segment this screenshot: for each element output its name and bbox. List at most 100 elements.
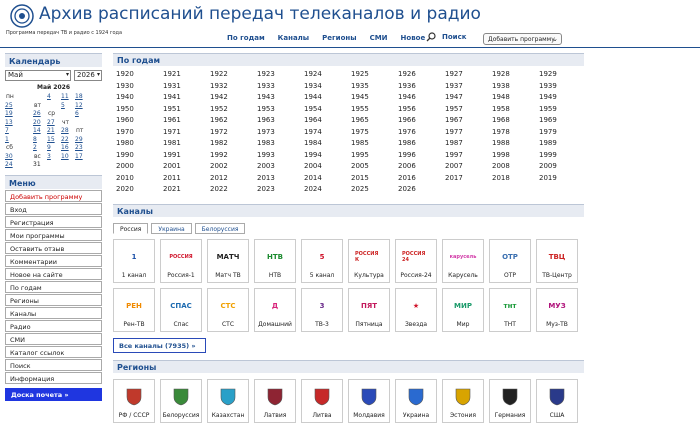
year-link[interactable]: 1926	[398, 70, 445, 81]
year-link[interactable]: 1930	[116, 82, 163, 93]
nav-media[interactable]: СМИ	[370, 34, 388, 42]
year-link[interactable]: 1992	[210, 151, 257, 162]
menu-item[interactable]: Каналы	[5, 307, 102, 319]
year-link[interactable]: 1952	[210, 105, 257, 116]
year-link[interactable]: 1959	[539, 105, 586, 116]
year-link[interactable]: 1927	[445, 70, 492, 81]
calendar-day[interactable]: 31	[33, 161, 47, 168]
year-link[interactable]: 2000	[116, 162, 163, 173]
nav-years[interactable]: По годам	[227, 34, 265, 42]
year-link[interactable]: 1981	[163, 139, 210, 150]
channel-tile[interactable]: РЕН Рен-ТВ	[113, 287, 155, 332]
region-tile[interactable]: США	[536, 378, 578, 423]
year-link[interactable]: 2001	[163, 162, 210, 173]
year-link[interactable]: 2022	[210, 185, 257, 196]
year-link[interactable]: 2006	[398, 162, 445, 173]
year-link[interactable]: 1966	[398, 116, 445, 127]
calendar-day[interactable]: 20	[33, 119, 47, 126]
channel-tile[interactable]: ПЯТ Пятница	[348, 287, 390, 332]
year-link[interactable]: 1979	[539, 128, 586, 139]
channel-tile[interactable]: МУЗ Муз-ТВ	[536, 287, 578, 332]
channel-tile[interactable]: Д Домашний	[254, 287, 296, 332]
year-link[interactable]: 2011	[163, 174, 210, 185]
nav-channels[interactable]: Каналы	[278, 34, 309, 42]
menu-item[interactable]: Информация	[5, 372, 102, 384]
channel-tile[interactable]: НТВ НТВ	[254, 238, 296, 283]
calendar-day[interactable]: 4	[47, 93, 61, 100]
year-link[interactable]: 2017	[445, 174, 492, 185]
channel-tile[interactable]: РОССИЯ К Культура	[348, 238, 390, 283]
calendar-day[interactable]: 16	[61, 144, 75, 151]
menu-item[interactable]: По годам	[5, 281, 102, 293]
year-link[interactable]: 1932	[210, 82, 257, 93]
menu-item[interactable]: Поиск	[5, 359, 102, 371]
year-link[interactable]: 1923	[257, 70, 304, 81]
year-link[interactable]: 1943	[257, 93, 304, 104]
year-link[interactable]: 1995	[351, 151, 398, 162]
menu-item[interactable]: Вход	[5, 203, 102, 215]
year-link[interactable]: 1978	[492, 128, 539, 139]
year-link[interactable]: 1980	[116, 139, 163, 150]
year-link[interactable]: 1964	[304, 116, 351, 127]
year-link[interactable]: 1920	[116, 70, 163, 81]
all-channels-button[interactable]: Все каналы (7935) »	[113, 337, 206, 353]
year-link[interactable]: 2002	[210, 162, 257, 173]
year-link[interactable]: 2020	[116, 185, 163, 196]
year-link[interactable]: 1985	[351, 139, 398, 150]
year-link[interactable]: 1990	[116, 151, 163, 162]
year-select[interactable]: 2026 ▾	[74, 70, 102, 81]
year-link[interactable]: 1922	[210, 70, 257, 81]
calendar-day[interactable]: 3	[47, 153, 61, 160]
year-link[interactable]: 1951	[163, 105, 210, 116]
channel-tile[interactable]: тнт ТНТ	[489, 287, 531, 332]
channel-tile[interactable]: МИР Мир	[442, 287, 484, 332]
region-tile[interactable]: Литва	[301, 378, 343, 423]
tab-ukraine[interactable]: Украина	[151, 222, 192, 234]
menu-item[interactable]: Добавить программу	[5, 190, 102, 202]
menu-item[interactable]: Радио	[5, 320, 102, 332]
channel-tile[interactable]: карусель Карусель	[442, 238, 484, 283]
year-link[interactable]: 1935	[351, 82, 398, 93]
year-link[interactable]: 1961	[163, 116, 210, 127]
year-link[interactable]: 2009	[539, 162, 586, 173]
region-tile[interactable]: Латвия	[254, 378, 296, 423]
year-link[interactable]: 1944	[304, 93, 351, 104]
year-link[interactable]: 1972	[210, 128, 257, 139]
year-link[interactable]: 2013	[257, 174, 304, 185]
year-link[interactable]: 2014	[304, 174, 351, 185]
year-link[interactable]: 2019	[539, 174, 586, 185]
region-tile[interactable]: Казахстан	[207, 378, 249, 423]
year-link[interactable]: 2024	[304, 185, 351, 196]
year-link[interactable]: 1986	[398, 139, 445, 150]
year-link[interactable]: 1928	[492, 70, 539, 81]
channel-tile[interactable]: СТС СТС	[207, 287, 249, 332]
year-link[interactable]: 2023	[257, 185, 304, 196]
channel-tile[interactable]: ★ Звезда	[395, 287, 437, 332]
calendar-day[interactable]: 1	[5, 136, 33, 143]
year-link[interactable]: 1957	[445, 105, 492, 116]
year-link[interactable]: 1958	[492, 105, 539, 116]
year-link[interactable]: 1950	[116, 105, 163, 116]
year-link[interactable]: 1973	[257, 128, 304, 139]
year-link[interactable]: 1948	[492, 93, 539, 104]
calendar-day[interactable]: 18	[75, 93, 89, 100]
year-link[interactable]: 1946	[398, 93, 445, 104]
year-link[interactable]: 2003	[257, 162, 304, 173]
calendar-day[interactable]: 10	[61, 153, 75, 160]
channel-tile[interactable]: ОТР ОТР	[489, 238, 531, 283]
nav-new[interactable]: Новое	[401, 34, 426, 42]
calendar-day[interactable]: 12	[75, 102, 89, 109]
year-link[interactable]: 1949	[539, 93, 586, 104]
year-link[interactable]: 1931	[163, 82, 210, 93]
year-link[interactable]: 1933	[257, 82, 304, 93]
year-link[interactable]: 1963	[257, 116, 304, 127]
year-link[interactable]: 1993	[257, 151, 304, 162]
year-link[interactable]: 1984	[304, 139, 351, 150]
menu-item[interactable]: Оставить отзыв	[5, 242, 102, 254]
add-program-dropdown[interactable]: Добавить программу ⌄	[483, 33, 562, 45]
calendar-day[interactable]: 13	[5, 119, 33, 126]
year-link[interactable]: 1991	[163, 151, 210, 162]
year-link[interactable]: 1938	[492, 82, 539, 93]
calendar-day[interactable]: 11	[61, 93, 75, 100]
year-link[interactable]: 1937	[445, 82, 492, 93]
